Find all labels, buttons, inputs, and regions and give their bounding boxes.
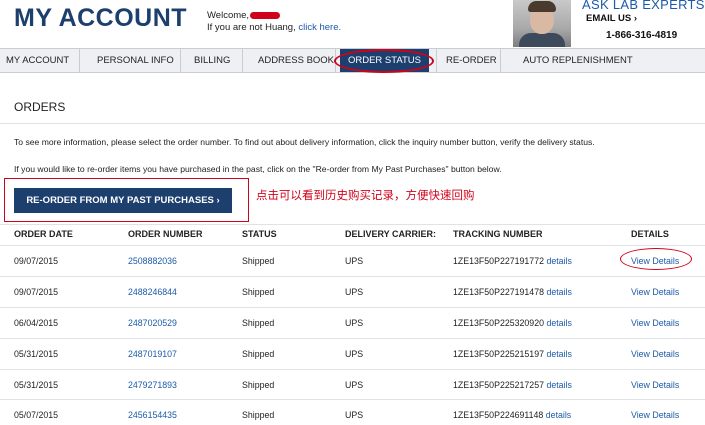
tracking-details-link[interactable]: details [546,318,571,328]
column-header-order-number: ORDER NUMBER [128,229,203,239]
delivery-carrier: UPS [345,287,364,297]
table-row: 05/31/2015 2479271893 Shipped UPS 1ZE13F… [0,369,705,400]
tab-re-order[interactable]: RE-ORDER [440,49,503,72]
not-user-text: If you are not Huang, [207,22,296,33]
table-row: 09/07/2015 2508882036 Shipped UPS 1ZE13F… [0,245,705,276]
delivery-carrier: UPS [345,410,364,420]
tab-my-account[interactable]: MY ACCOUNT [0,49,75,72]
divider [0,123,705,124]
view-details-link[interactable]: View Details [631,318,679,328]
order-number-link[interactable]: 2487019107 [128,349,177,359]
order-number-link[interactable]: 2456154435 [128,410,177,420]
tracking-details-link[interactable]: details [546,287,571,297]
order-number-link[interactable]: 2488246844 [128,287,177,297]
column-header-delivery-carrier: DELIVERY CARRIER: [345,229,437,239]
column-header-details: DETAILS [631,229,669,239]
tracking-number: 1ZE13F50P224691148 [453,410,544,420]
view-details-link[interactable]: View Details [631,256,679,266]
welcome-label: Welcome, [207,10,250,21]
order-date: 05/31/2015 [14,380,59,390]
account-nav: MY ACCOUNT PERSONAL INFO BILLING ADDRESS… [0,48,705,73]
order-date: 06/04/2015 [14,318,59,328]
annotation-text: 点击可以看到历史购买记录，方便快速回购 [256,190,475,202]
order-status: Shipped [242,380,275,390]
table-top-divider [0,224,705,225]
order-date: 05/07/2015 [14,410,59,420]
reorder-past-purchases-button[interactable]: RE-ORDER FROM MY PAST PURCHASES › [14,188,232,213]
order-date: 09/07/2015 [14,287,59,297]
order-status: Shipped [242,256,275,266]
view-details-link[interactable]: View Details [631,380,679,390]
view-details-link[interactable]: View Details [631,349,679,359]
tab-personal-info[interactable]: PERSONAL INFO [91,49,180,72]
delivery-carrier: UPS [345,380,364,390]
tracking-details-link[interactable]: details [546,380,571,390]
order-number-link[interactable]: 2508882036 [128,256,177,266]
tracking-details-link[interactable]: details [546,256,571,266]
table-row: 09/07/2015 2488246844 Shipped UPS 1ZE13F… [0,276,705,307]
orders-info-text: To see more information, please select t… [14,137,595,147]
column-header-status: STATUS [242,229,277,239]
order-status: Shipped [242,287,275,297]
reorder-info-text: If you would like to re-order items you … [14,164,502,174]
ask-lab-experts-heading: ASK LAB EXPERTS [582,0,705,12]
tracking-number: 1ZE13F50P225320920 [453,318,544,328]
delivery-carrier: UPS [345,318,364,328]
order-number-link[interactable]: 2487020529 [128,318,177,328]
table-row: 05/07/2015 2456154435 Shipped UPS 1ZE13F… [0,399,705,425]
tab-address-book[interactable]: ADDRESS BOOK [252,49,340,72]
table-row: 06/04/2015 2487020529 Shipped UPS 1ZE13F… [0,307,705,338]
email-us-link[interactable]: EMAIL US › [586,13,637,24]
table-row: 05/31/2015 2487019107 Shipped UPS 1ZE13F… [0,338,705,369]
order-status: Shipped [242,318,275,328]
column-header-tracking-number: TRACKING NUMBER [453,229,543,239]
tab-auto-replenishment[interactable]: AUTO REPLENISHMENT [517,49,639,72]
view-details-link[interactable]: View Details [631,410,679,420]
orders-heading: ORDERS [14,100,66,114]
tracking-number: 1ZE13F50P225217257 [453,380,544,390]
tracking-number: 1ZE13F50P225215197 [453,349,544,359]
order-date: 05/31/2015 [14,349,59,359]
delivery-carrier: UPS [345,349,364,359]
tab-order-status[interactable]: ORDER STATUS [340,49,429,72]
delivery-carrier: UPS [345,256,364,266]
tracking-details-link[interactable]: details [546,410,571,420]
tab-billing[interactable]: BILLING [188,49,236,72]
tracking-number: 1ZE13F50P227191772 [453,256,544,266]
order-date: 09/07/2015 [14,256,59,266]
view-details-link[interactable]: View Details [631,287,679,297]
welcome-message: Welcome, If you are not Huang, click her… [207,10,341,34]
column-header-order-date: ORDER DATE [14,229,73,239]
order-status: Shipped [242,349,275,359]
tracking-details-link[interactable]: details [546,349,571,359]
page-header: MY ACCOUNT Welcome, If you are not Huang… [0,0,705,47]
order-number-link[interactable]: 2479271893 [128,380,177,390]
page-title: MY ACCOUNT [14,4,188,32]
order-status: Shipped [242,410,275,420]
lab-expert-photo [513,0,571,47]
tracking-number: 1ZE13F50P227191478 [453,287,544,297]
phone-number: 1-866-316-4819 [606,30,678,41]
redacted-username [250,11,281,19]
click-here-link[interactable]: click here. [298,22,341,33]
